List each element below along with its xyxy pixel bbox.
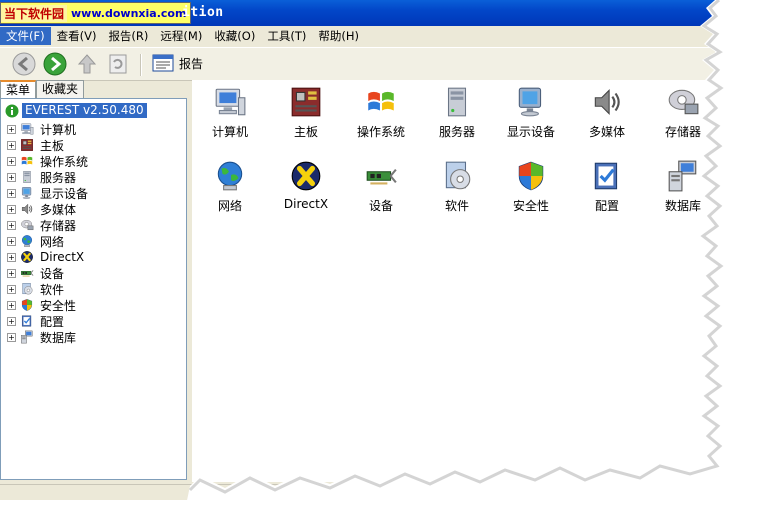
torn-edge-decoration [185, 0, 766, 510]
